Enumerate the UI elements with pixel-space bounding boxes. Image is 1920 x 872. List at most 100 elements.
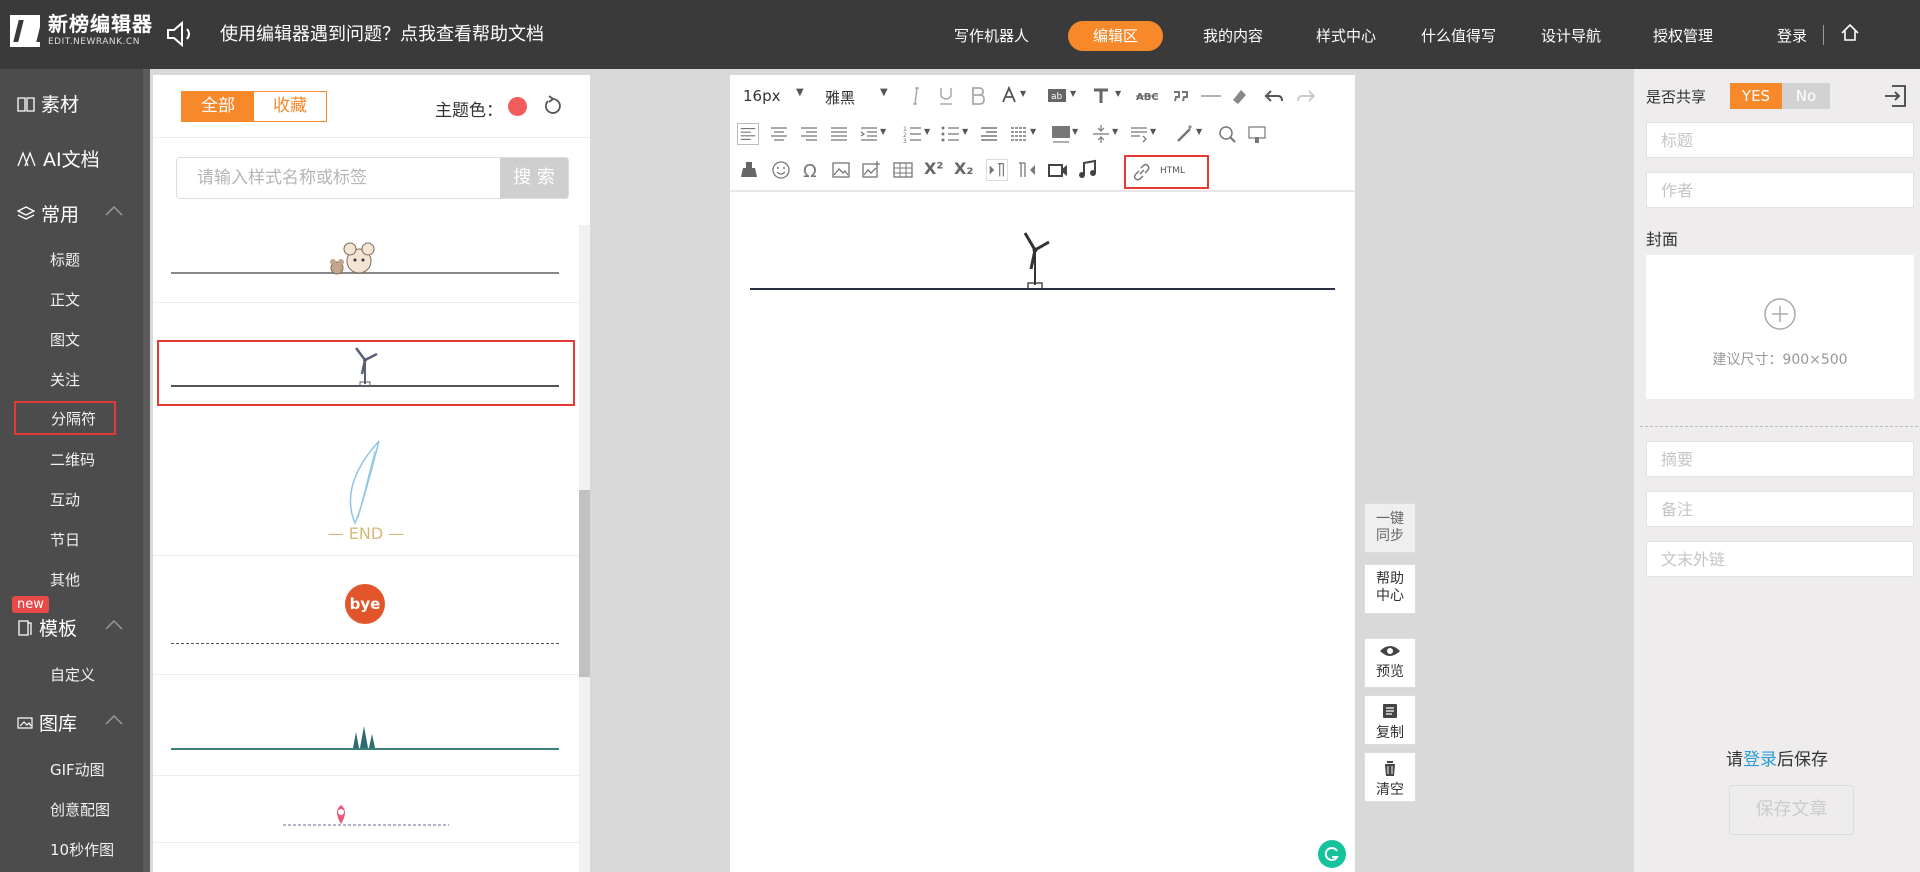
- align-justify-icon[interactable]: [828, 123, 850, 145]
- align-left-icon[interactable]: [737, 123, 759, 145]
- tab-all[interactable]: 全部: [182, 92, 254, 121]
- chevron-down-icon[interactable]: ▼: [880, 127, 886, 136]
- chevron-down-icon[interactable]: ▼: [1196, 127, 1202, 136]
- chevron-down-icon[interactable]: ▼: [1020, 89, 1026, 98]
- nav-item-title[interactable]: 标题: [50, 249, 80, 270]
- bullet-list-icon[interactable]: [940, 123, 962, 145]
- strikethrough-icon[interactable]: ABC: [1136, 85, 1158, 107]
- nav-item-gif[interactable]: GIF动图: [50, 759, 105, 780]
- find-replace-icon[interactable]: [1216, 123, 1238, 145]
- nav-design-guide[interactable]: 设计导航: [1541, 21, 1601, 51]
- style-item[interactable]: — END —: [153, 413, 579, 556]
- eraser-icon[interactable]: [1228, 85, 1250, 107]
- scrollbar-thumb[interactable]: [579, 490, 590, 677]
- search-button[interactable]: 搜 索: [500, 158, 568, 198]
- nav-gallery[interactable]: 图库: [17, 709, 123, 736]
- preview-button[interactable]: 预览: [1364, 638, 1416, 688]
- nav-item-creative[interactable]: 创意配图: [50, 799, 110, 820]
- nav-item-qrcode[interactable]: 二维码: [50, 449, 95, 470]
- nav-item-festival[interactable]: 节日: [50, 529, 80, 550]
- font-size-select[interactable]: 16px: [743, 87, 781, 105]
- exit-icon[interactable]: [1882, 83, 1908, 109]
- nav-item-10s[interactable]: 10秒作图: [50, 839, 114, 860]
- chevron-down-icon[interactable]: ▼: [1150, 127, 1156, 136]
- redo-icon[interactable]: [1295, 85, 1317, 107]
- home-icon[interactable]: [1840, 23, 1860, 43]
- chevron-down-icon[interactable]: ▼: [924, 127, 930, 136]
- chevron-down-icon[interactable]: ▼: [1030, 127, 1036, 136]
- music-icon[interactable]: [1077, 159, 1099, 181]
- nav-ai-doc[interactable]: AI文档: [17, 145, 100, 172]
- theme-color-swatch[interactable]: [508, 97, 527, 116]
- scrollbar[interactable]: [143, 69, 150, 872]
- sync-button[interactable]: 一键同步: [1364, 503, 1416, 553]
- nav-item-body[interactable]: 正文: [50, 289, 80, 310]
- align-center-icon[interactable]: [768, 123, 790, 145]
- style-item-selected[interactable]: [157, 340, 575, 406]
- superscript-icon[interactable]: X²: [924, 159, 943, 178]
- line-spacing-icon[interactable]: [1008, 123, 1030, 145]
- nav-style-center[interactable]: 样式中心: [1316, 21, 1376, 51]
- reset-icon[interactable]: [542, 95, 564, 117]
- emoji-icon[interactable]: [770, 159, 792, 181]
- indent-icon[interactable]: [858, 123, 880, 145]
- nav-auth-manage[interactable]: 授权管理: [1653, 21, 1713, 51]
- grammarly-icon[interactable]: [1318, 840, 1346, 868]
- nav-item-divider[interactable]: 分隔符: [14, 401, 116, 435]
- image-icon[interactable]: [830, 159, 852, 181]
- nav-sucai[interactable]: 素材: [17, 90, 79, 117]
- save-article-button[interactable]: 保存文章: [1729, 785, 1854, 835]
- style-search-input[interactable]: [177, 158, 499, 198]
- style-item[interactable]: [153, 676, 579, 776]
- nav-common[interactable]: 常用: [17, 200, 123, 227]
- video-icon[interactable]: [1047, 159, 1069, 181]
- paragraph-spacing-icon[interactable]: [978, 123, 1000, 145]
- format-painter-icon[interactable]: [1246, 123, 1268, 145]
- share-no-toggle[interactable]: No: [1782, 83, 1830, 109]
- bold-icon[interactable]: [967, 85, 989, 107]
- nav-item-other[interactable]: 其他: [50, 569, 80, 590]
- ltr-icon[interactable]: [986, 159, 1008, 181]
- clear-button[interactable]: 清空: [1364, 752, 1416, 802]
- multi-image-icon[interactable]: [860, 159, 882, 181]
- chevron-down-icon[interactable]: ▼: [1070, 89, 1076, 98]
- chevron-down-icon[interactable]: ▼: [796, 87, 804, 98]
- magic-wand-icon[interactable]: [1174, 123, 1196, 145]
- nav-template[interactable]: 模板: [17, 614, 123, 641]
- html-source-button[interactable]: HTML: [1160, 166, 1185, 176]
- nav-item-custom[interactable]: 自定义: [50, 664, 95, 685]
- table-icon[interactable]: [892, 159, 914, 181]
- nav-editor[interactable]: 编辑区: [1068, 21, 1164, 51]
- clear-format-icon[interactable]: [738, 159, 760, 181]
- font-family-select[interactable]: 雅黑: [825, 87, 855, 108]
- nav-item-interact[interactable]: 互动: [50, 489, 80, 510]
- copy-button[interactable]: 复制: [1364, 695, 1416, 745]
- align-right-icon[interactable]: [798, 123, 820, 145]
- speaker-icon[interactable]: [165, 20, 197, 48]
- style-item[interactable]: [153, 225, 579, 303]
- style-item[interactable]: [153, 777, 579, 843]
- vertical-align-icon[interactable]: [1090, 123, 1112, 145]
- external-link-field[interactable]: [1646, 541, 1914, 577]
- nav-item-follow[interactable]: 关注: [50, 369, 80, 390]
- link-icon[interactable]: [1131, 161, 1153, 183]
- font-box-icon[interactable]: [1050, 123, 1072, 145]
- font-color-icon[interactable]: [998, 85, 1020, 107]
- ordered-list-icon[interactable]: 123: [902, 123, 924, 145]
- nav-writing-robot[interactable]: 写作机器人: [954, 21, 1029, 51]
- nav-my-content[interactable]: 我的内容: [1203, 21, 1263, 51]
- note-field[interactable]: [1646, 491, 1914, 527]
- style-item[interactable]: bye: [153, 557, 579, 675]
- chevron-down-icon[interactable]: ▼: [880, 87, 888, 98]
- chevron-down-icon[interactable]: ▼: [1112, 127, 1118, 136]
- chevron-down-icon[interactable]: ▼: [1115, 89, 1121, 98]
- login-link[interactable]: 登录: [1777, 21, 1807, 51]
- style-list-scrollbar[interactable]: [579, 225, 590, 872]
- chevron-down-icon[interactable]: ▼: [1072, 127, 1078, 136]
- text-style-icon[interactable]: [1090, 85, 1112, 107]
- brand-logo[interactable]: 新榜编辑器 EDIT.NEWRANK.CN: [10, 14, 153, 47]
- title-field[interactable]: [1646, 122, 1914, 158]
- background-color-icon[interactable]: ab: [1046, 85, 1068, 107]
- blockquote-icon[interactable]: [1170, 85, 1192, 107]
- help-center-button[interactable]: 帮助中心: [1364, 564, 1416, 614]
